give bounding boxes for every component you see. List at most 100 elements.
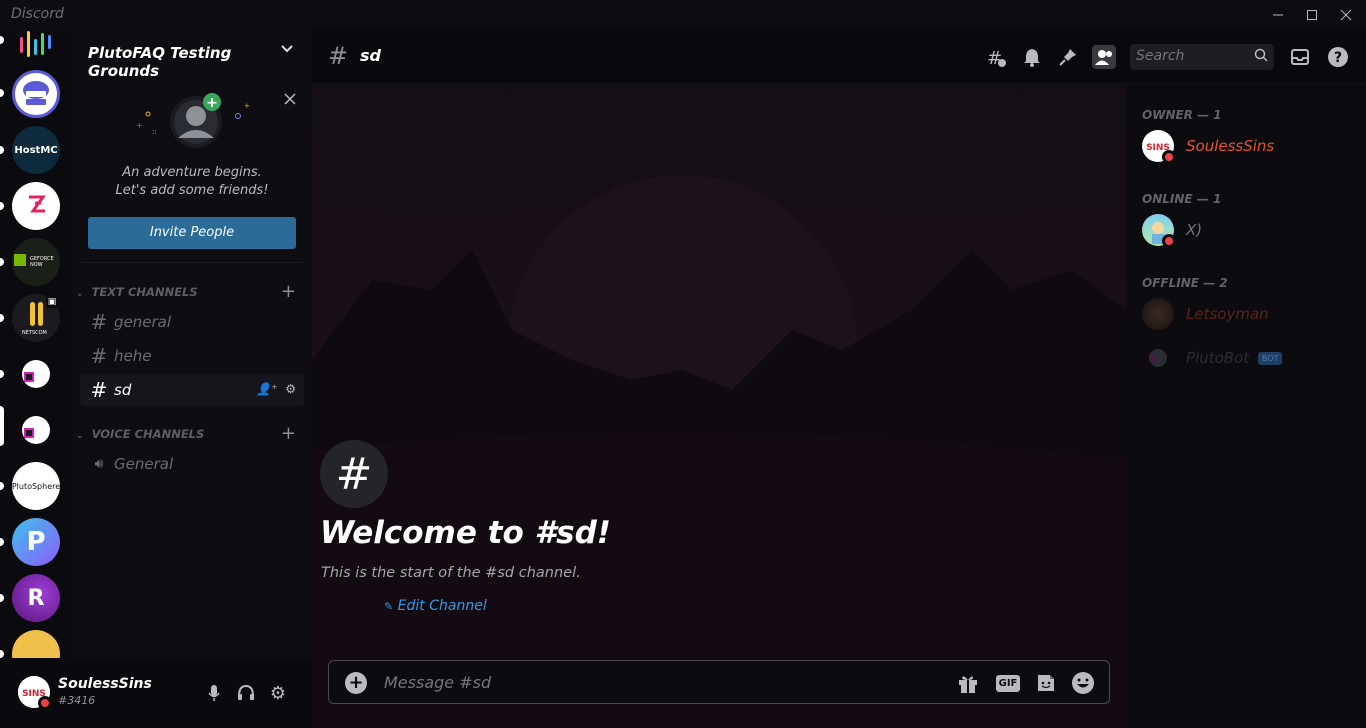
channel-sd[interactable]: # sd 👤⁺ ⚙ <box>80 374 304 406</box>
r-logo-icon: R <box>27 585 45 611</box>
divider <box>82 262 302 263</box>
search-input[interactable]: Search <box>1130 44 1274 70</box>
channel-label: General <box>114 455 174 473</box>
server-p-blue[interactable]: P <box>12 518 60 566</box>
locked-hash-icon: # <box>90 344 108 368</box>
chevron-down-icon[interactable] <box>280 42 294 60</box>
server-label: GEFORCE NOW <box>30 256 54 268</box>
message-input[interactable]: Message #sd <box>384 673 491 692</box>
close-icon[interactable] <box>284 90 296 109</box>
category-label: TEXT CHANNELS <box>91 285 198 299</box>
server-cloud[interactable] <box>12 70 60 118</box>
user-tag: #3416 <box>58 694 96 707</box>
channel-sidebar: PlutoFAQ Testing Grounds + + + :: An adv… <box>72 30 312 658</box>
server-rail: HostMC GEFORCE NOW NETSCOM ▣ PlutoSphere… <box>0 30 72 658</box>
channel-label: sd <box>114 381 132 399</box>
server-sound-bars[interactable] <box>12 30 60 68</box>
hash-icon: # <box>90 378 108 402</box>
invite-card: + + + :: An adventure begins. Let's add … <box>72 84 312 262</box>
server-r-purple[interactable]: R <box>12 574 60 622</box>
server-label: NETSCOM <box>22 330 47 336</box>
unread-pill <box>0 538 4 546</box>
chevron-down-icon: ⌄ <box>76 289 84 299</box>
unread-pill <box>0 258 4 266</box>
threads-icon[interactable]: # <box>984 45 1008 69</box>
emoji-icon[interactable] <box>1071 671 1095 695</box>
create-channel-icon[interactable]: + <box>281 423 296 444</box>
category-voice-channels[interactable]: ⌄ VOICE CHANNELS + <box>76 423 296 447</box>
gear-icon[interactable]: ⚙ <box>285 382 296 396</box>
member-name: PlutoBot <box>1186 349 1250 367</box>
category-text-channels[interactable]: ⌄ TEXT CHANNELS + <box>76 281 296 305</box>
upload-plus-icon[interactable]: + <box>345 672 367 694</box>
server-yellow[interactable] <box>12 630 60 658</box>
invite-people-button[interactable]: Invite People <box>88 217 296 249</box>
sticker-icon[interactable] <box>1034 671 1058 695</box>
unread-pill <box>0 370 4 378</box>
server-geforce-now[interactable]: GEFORCE NOW <box>12 238 60 286</box>
voice-channel-general[interactable]: 🔊︎ General <box>80 448 304 480</box>
server-pluto-1[interactable] <box>12 350 60 398</box>
settings-gear-icon[interactable]: ⚙ <box>267 682 289 704</box>
add-member-icon[interactable]: 👤⁺ <box>256 382 277 396</box>
offline-heading: OFFLINE — 2 <box>1142 276 1228 290</box>
server-hostmc[interactable]: HostMC <box>12 126 60 174</box>
member-item[interactable]: Letsoyman <box>1142 294 1362 334</box>
invite-line-1: An adventure begins. <box>122 165 262 180</box>
app-name: Discord <box>11 6 64 22</box>
welcome-subtitle: This is the start of the #sd channel. <box>321 565 581 581</box>
search-placeholder: Search <box>1136 48 1185 64</box>
server-plutosphere[interactable]: PlutoSphere <box>12 462 60 510</box>
create-channel-icon[interactable]: + <box>281 281 296 302</box>
edit-channel-link[interactable]: ✎ Edit Channel <box>384 598 487 614</box>
microphone-icon[interactable] <box>203 682 225 704</box>
pencil-icon: ✎ <box>384 600 394 613</box>
member-name: X) <box>1186 221 1203 239</box>
member-item[interactable]: X) <box>1142 210 1362 250</box>
headphones-icon[interactable] <box>235 682 257 704</box>
owner-heading: OWNER — 1 <box>1142 108 1222 122</box>
server-label: PlutoSphere <box>12 481 60 491</box>
hash-icon: # <box>90 310 108 334</box>
edit-channel-label: Edit Channel <box>397 598 487 614</box>
chevron-down-icon: ⌄ <box>76 431 84 441</box>
channel-hehe[interactable]: # hehe <box>80 340 304 372</box>
online-heading: ONLINE — 1 <box>1142 192 1222 206</box>
close-icon[interactable] <box>1326 0 1366 30</box>
search-icon <box>1254 48 1268 66</box>
unread-pill <box>0 89 4 97</box>
server-pluto-2[interactable] <box>12 406 60 454</box>
message-composer: + Message #sd GIF <box>328 660 1110 704</box>
server-red-logo[interactable] <box>12 182 60 230</box>
unread-pill <box>0 202 4 210</box>
channel-general[interactable]: # general <box>80 306 304 338</box>
invite-text: An adventure begins. Let's add some frie… <box>72 164 312 200</box>
channel-actions: 👤⁺ ⚙ <box>256 382 296 396</box>
p-logo-icon: P <box>26 527 46 557</box>
channel-hash-icon: # <box>320 440 388 508</box>
pin-icon[interactable] <box>1056 45 1080 69</box>
notification-bell-icon[interactable] <box>1020 45 1044 69</box>
gif-icon[interactable]: GIF <box>995 671 1021 695</box>
help-icon[interactable]: ? <box>1326 45 1350 69</box>
member-name: Letsoyman <box>1186 305 1269 323</box>
invite-line-2: Let's add some friends! <box>115 183 269 198</box>
member-list-icon[interactable] <box>1092 45 1116 69</box>
event-icon: ▣ <box>46 296 58 308</box>
guild-header[interactable]: PlutoFAQ Testing Grounds <box>72 30 312 80</box>
gift-icon[interactable] <box>956 671 980 695</box>
unread-pill <box>0 482 4 490</box>
unread-pill <box>0 146 4 154</box>
dnd-status-icon <box>38 696 52 710</box>
member-list: OWNER — 1 SINS SoulessSins ONLINE — 1 X)… <box>1126 84 1366 728</box>
member-item[interactable]: PlutoBot BOT <box>1142 338 1362 378</box>
invite-illustration-icon: + + + :: <box>136 93 250 148</box>
title-bar: Discord <box>0 0 1366 30</box>
dnd-status-icon <box>1162 234 1176 248</box>
dnd-status-icon <box>1162 150 1176 164</box>
bar-icon <box>30 302 35 326</box>
category-label: VOICE CHANNELS <box>91 427 205 441</box>
inbox-icon[interactable] <box>1288 45 1312 69</box>
member-item[interactable]: SINS SoulessSins <box>1142 126 1362 166</box>
member-name: SoulessSins <box>1186 137 1275 155</box>
